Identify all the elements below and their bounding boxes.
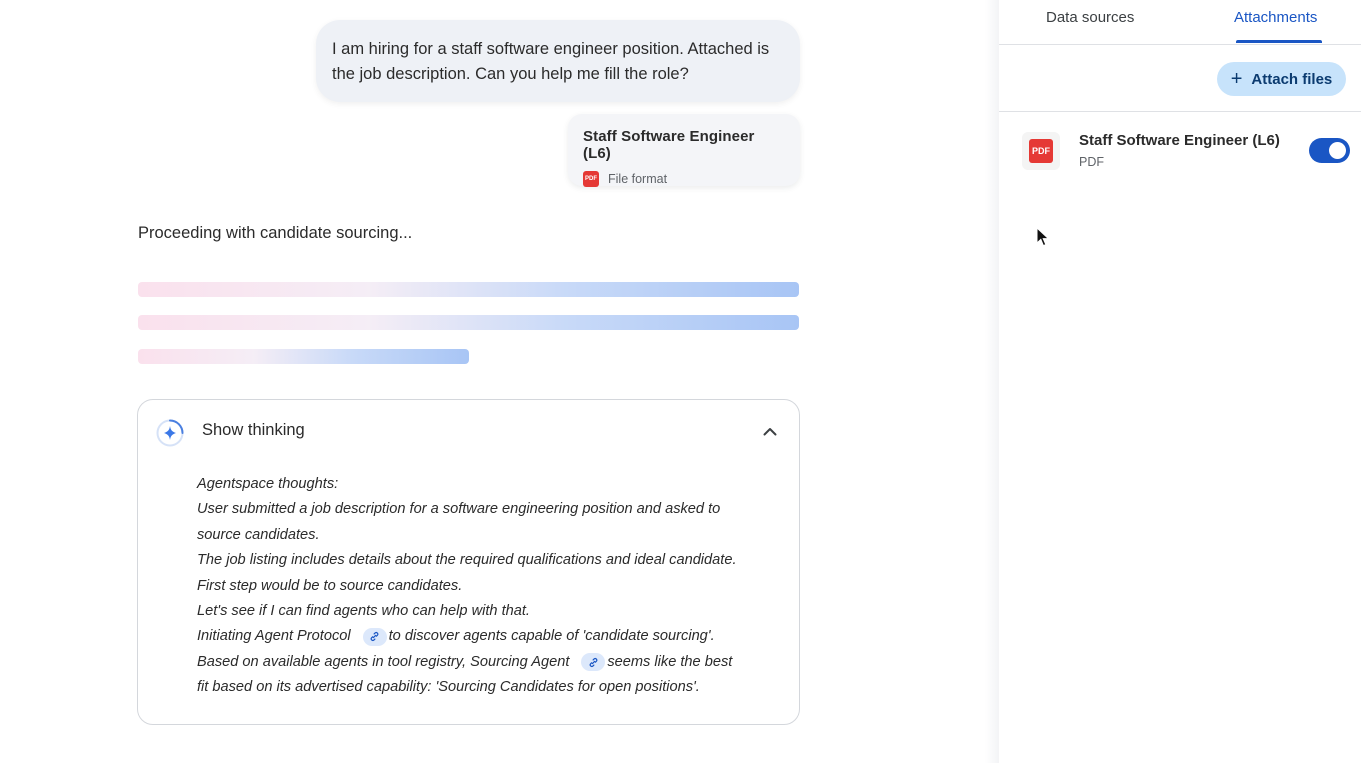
thinking-content: Agentspace thoughts: User submitted a jo…	[197, 472, 787, 701]
mouse-cursor-icon	[1036, 227, 1050, 247]
user-message-bubble: I am hiring for a staff software enginee…	[316, 20, 800, 102]
file-card-title: Staff Software Engineer (L6)	[583, 128, 755, 162]
attached-file-card[interactable]: Staff Software Engineer (L6) PDF File fo…	[568, 114, 800, 187]
active-tab-indicator	[1236, 40, 1322, 43]
attachments-panel: Data sources Attachments + Attach files …	[999, 0, 1361, 763]
loading-skeleton-line	[138, 315, 799, 330]
file-card-meta: PDF File format	[583, 171, 784, 187]
attachment-type: PDF	[1079, 155, 1104, 169]
panel-divider-shadow	[985, 0, 999, 763]
thinking-text: to discover agents capable of 'candidate…	[388, 628, 715, 645]
thinking-line: First step would be to source candidates…	[197, 577, 463, 594]
file-card-subtitle: File format	[608, 172, 668, 186]
pdf-icon: PDF	[1029, 139, 1053, 163]
thinking-line: User submitted a job description for a s…	[197, 501, 721, 518]
attach-files-button[interactable]: + Attach files	[1217, 62, 1346, 96]
attachment-enabled-toggle[interactable]	[1309, 138, 1350, 163]
status-text: Proceeding with candidate sourcing...	[138, 224, 413, 242]
thinking-line: fit based on its advertised capability: …	[197, 679, 700, 696]
thinking-panel: Show thinking Agentspace thoughts: User …	[137, 399, 800, 725]
thinking-line: Based on available agents in tool regist…	[197, 650, 787, 675]
show-thinking-label: Show thinking	[202, 421, 305, 439]
chevron-up-icon[interactable]	[758, 420, 782, 444]
thinking-line: The job listing includes details about t…	[197, 552, 737, 569]
link-icon[interactable]	[581, 653, 606, 672]
toggle-knob	[1329, 142, 1346, 159]
attachment-item[interactable]: PDF Staff Software Engineer (L6) PDF	[999, 112, 1361, 192]
user-message-text: I am hiring for a staff software enginee…	[332, 40, 770, 83]
pdf-icon: PDF	[583, 171, 599, 187]
link-icon[interactable]	[362, 627, 387, 646]
thinking-line: Initiating Agent Protocol to discover age…	[197, 624, 787, 649]
divider	[999, 44, 1361, 45]
tab-attachments[interactable]: Attachments	[1234, 9, 1317, 26]
show-thinking-toggle[interactable]: Show thinking	[138, 400, 799, 462]
loading-skeleton-line	[138, 349, 469, 364]
plus-icon: +	[1230, 68, 1243, 90]
chat-area: I am hiring for a staff software enginee…	[0, 0, 985, 763]
thinking-line: Let's see if I can find agents who can h…	[197, 603, 530, 620]
thinking-text: Initiating Agent Protocol	[197, 628, 351, 645]
loading-skeleton-line	[138, 282, 799, 297]
attachment-title: Staff Software Engineer (L6)	[1079, 132, 1280, 149]
thinking-text: seems like the best	[607, 653, 733, 670]
attach-files-label: Attach files	[1251, 70, 1333, 88]
thinking-text: Based on available agents in tool regist…	[197, 653, 570, 670]
thinking-line: source candidates.	[197, 526, 320, 543]
tab-data-sources[interactable]: Data sources	[1046, 9, 1134, 26]
pdf-file-icon: PDF	[1022, 132, 1060, 170]
app-window: I am hiring for a staff software enginee…	[0, 0, 1361, 763]
sparkle-icon	[156, 419, 184, 447]
thinking-line: Agentspace thoughts:	[197, 476, 339, 492]
